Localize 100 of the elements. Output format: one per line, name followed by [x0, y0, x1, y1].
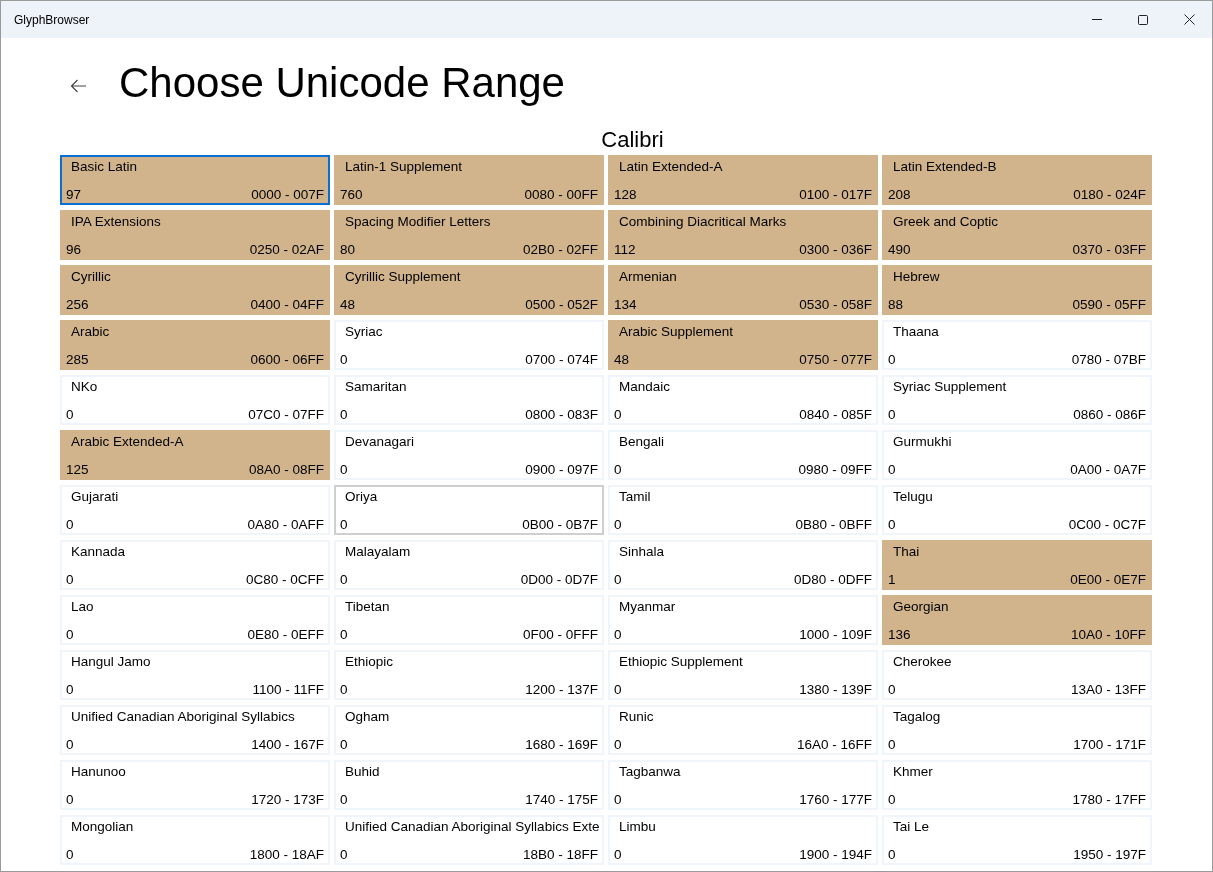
- range-tile[interactable]: Combining Diacritical Marks 112 0300 - 036F: [608, 210, 878, 260]
- range-tile[interactable]: Tibetan 0 0F00 - 0FFF: [334, 595, 604, 645]
- code-range: 08A0 - 08FF: [248, 461, 324, 478]
- range-tile[interactable]: Ethiopic 0 1200 - 137F: [334, 650, 604, 700]
- range-tile[interactable]: Runic 0 16A0 - 16FF: [608, 705, 878, 755]
- glyph-count: 0: [340, 461, 348, 478]
- range-tile[interactable]: Armenian 134 0530 - 058F: [608, 265, 878, 315]
- code-range: 1800 - 18AF: [249, 846, 324, 863]
- range-tile[interactable]: Malayalam 0 0D00 - 0D7F: [334, 540, 604, 590]
- range-tile[interactable]: Ethiopic Supplement 0 1380 - 139F: [608, 650, 878, 700]
- range-name: Cyrillic: [70, 268, 112, 285]
- glyph-count: 134: [614, 296, 637, 313]
- range-name: Arabic Supplement: [618, 323, 735, 340]
- glyph-count: 0: [888, 846, 896, 863]
- range-tile[interactable]: Hanunoo 0 1720 - 173F: [60, 760, 330, 810]
- code-range: 07C0 - 07FF: [248, 406, 324, 423]
- range-tile[interactable]: Basic Latin 97 0000 - 007F: [60, 155, 330, 205]
- code-range: 0700 - 074F: [525, 351, 598, 368]
- code-range: 0A00 - 0A7F: [1070, 461, 1146, 478]
- range-tile[interactable]: Buhid 0 1740 - 175F: [334, 760, 604, 810]
- glyph-count: 256: [66, 296, 89, 313]
- range-tile[interactable]: Cyrillic Supplement 48 0500 - 052F: [334, 265, 604, 315]
- range-name: Telugu: [892, 488, 934, 505]
- range-tile[interactable]: Thai 1 0E00 - 0E7F: [882, 540, 1152, 590]
- glyph-count: 0: [888, 406, 896, 423]
- range-tile[interactable]: Tai Le 0 1950 - 197F: [882, 815, 1152, 865]
- range-tile[interactable]: Thaana 0 0780 - 07BF: [882, 320, 1152, 370]
- glyph-count: 490: [888, 241, 911, 258]
- glyph-count: 0: [66, 626, 74, 643]
- code-range: 0B80 - 0BFF: [795, 516, 872, 533]
- glyph-count: 0: [66, 791, 74, 808]
- range-tile[interactable]: Tagalog 0 1700 - 171F: [882, 705, 1152, 755]
- range-tile[interactable]: Gujarati 0 0A80 - 0AFF: [60, 485, 330, 535]
- range-tile[interactable]: NKo 0 07C0 - 07FF: [60, 375, 330, 425]
- code-range: 0900 - 097F: [525, 461, 598, 478]
- range-tile[interactable]: Cyrillic 256 0400 - 04FF: [60, 265, 330, 315]
- range-name: Armenian: [618, 268, 678, 285]
- code-range: 0500 - 052F: [525, 296, 598, 313]
- close-icon: [1183, 14, 1195, 25]
- range-tile[interactable]: Gurmukhi 0 0A00 - 0A7F: [882, 430, 1152, 480]
- range-tile[interactable]: Arabic Supplement 48 0750 - 077F: [608, 320, 878, 370]
- code-range: 1780 - 17FF: [1072, 791, 1146, 808]
- code-range: 0180 - 024F: [1073, 186, 1146, 203]
- range-tile[interactable]: Greek and Coptic 490 0370 - 03FF: [882, 210, 1152, 260]
- range-tile[interactable]: Kannada 0 0C80 - 0CFF: [60, 540, 330, 590]
- range-tile[interactable]: Arabic Extended-A 125 08A0 - 08FF: [60, 430, 330, 480]
- range-tile[interactable]: Georgian 136 10A0 - 10FF: [882, 595, 1152, 645]
- range-tile[interactable]: Latin Extended-A 128 0100 - 017F: [608, 155, 878, 205]
- range-tile[interactable]: Khmer 0 1780 - 17FF: [882, 760, 1152, 810]
- glyph-count: 0: [614, 791, 622, 808]
- maximize-icon: [1138, 14, 1148, 25]
- font-name: Calibri: [601, 129, 664, 151]
- range-tile[interactable]: Unified Canadian Aboriginal Syllabics Exte 0 18B0 - 18FF: [334, 815, 604, 865]
- range-tile[interactable]: Mongolian 0 1800 - 18AF: [60, 815, 330, 865]
- glyph-count: 136: [888, 626, 911, 643]
- range-tile[interactable]: Sinhala 0 0D80 - 0DFF: [608, 540, 878, 590]
- code-range: 13A0 - 13FF: [1070, 681, 1146, 698]
- glyph-count: 0: [888, 681, 896, 698]
- code-range: 16A0 - 16FF: [796, 736, 872, 753]
- range-tile[interactable]: Syriac 0 0700 - 074F: [334, 320, 604, 370]
- range-tile[interactable]: Myanmar 0 1000 - 109F: [608, 595, 878, 645]
- range-name: Arabic: [70, 323, 111, 340]
- range-tile[interactable]: Cherokee 0 13A0 - 13FF: [882, 650, 1152, 700]
- glyph-count: 0: [340, 736, 348, 753]
- range-tile[interactable]: Ogham 0 1680 - 169F: [334, 705, 604, 755]
- range-name: Sinhala: [618, 543, 666, 560]
- code-range: 0780 - 07BF: [1071, 351, 1146, 368]
- range-tile[interactable]: Hangul Jamo 0 1100 - 11FF: [60, 650, 330, 700]
- range-tile[interactable]: Latin-1 Supplement 760 0080 - 00FF: [334, 155, 604, 205]
- range-tile[interactable]: Unified Canadian Aboriginal Syllabics 0 1400 - 167F: [60, 705, 330, 755]
- range-tile[interactable]: Hebrew 88 0590 - 05FF: [882, 265, 1152, 315]
- code-range: 0750 - 077F: [799, 351, 872, 368]
- range-tile[interactable]: Devanagari 0 0900 - 097F: [334, 430, 604, 480]
- range-tile[interactable]: Limbu 0 1900 - 194F: [608, 815, 878, 865]
- range-tile[interactable]: Bengali 0 0980 - 09FF: [608, 430, 878, 480]
- code-range: 18B0 - 18FF: [522, 846, 598, 863]
- range-tile[interactable]: Telugu 0 0C00 - 0C7F: [882, 485, 1152, 535]
- code-range: 0250 - 02AF: [249, 241, 324, 258]
- range-tile[interactable]: Oriya 0 0B00 - 0B7F: [334, 485, 604, 535]
- range-tile[interactable]: Samaritan 0 0800 - 083F: [334, 375, 604, 425]
- range-name: Tai Le: [892, 818, 931, 835]
- range-tile[interactable]: Lao 0 0E80 - 0EFF: [60, 595, 330, 645]
- range-tile[interactable]: Mandaic 0 0840 - 085F: [608, 375, 878, 425]
- range-name: Ethiopic: [344, 653, 395, 670]
- range-name: Mongolian: [70, 818, 135, 835]
- range-name: Basic Latin: [70, 158, 139, 175]
- range-tile[interactable]: IPA Extensions 96 0250 - 02AF: [60, 210, 330, 260]
- range-tile[interactable]: Tagbanwa 0 1760 - 177F: [608, 760, 878, 810]
- code-range: 0C80 - 0CFF: [245, 571, 324, 588]
- range-tile[interactable]: Arabic 285 0600 - 06FF: [60, 320, 330, 370]
- range-name: NKo: [70, 378, 99, 395]
- code-range: 1200 - 137F: [525, 681, 598, 698]
- range-tile[interactable]: Syriac Supplement 0 0860 - 086F: [882, 375, 1152, 425]
- code-range: 0980 - 09FF: [798, 461, 872, 478]
- range-tile[interactable]: Latin Extended-B 208 0180 - 024F: [882, 155, 1152, 205]
- glyph-count: 88: [888, 296, 904, 313]
- glyph-count: 0: [614, 736, 622, 753]
- range-tile[interactable]: Tamil 0 0B80 - 0BFF: [608, 485, 878, 535]
- code-range: 1380 - 139F: [799, 681, 872, 698]
- range-tile[interactable]: Spacing Modifier Letters 80 02B0 - 02FF: [334, 210, 604, 260]
